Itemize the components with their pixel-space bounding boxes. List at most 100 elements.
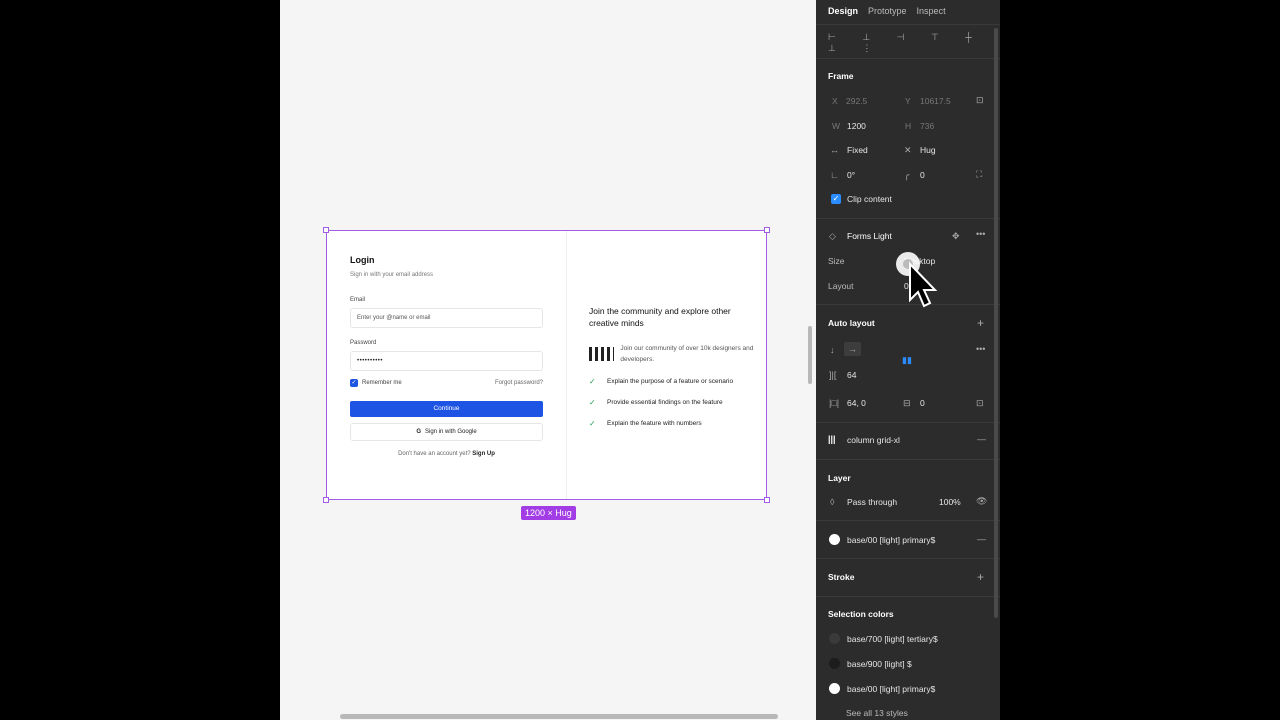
check-icon: ✓ — [589, 398, 596, 407]
eye-icon[interactable]: 👁 — [976, 496, 987, 507]
height-mode-select[interactable]: Hug — [920, 145, 936, 155]
tab-inspect[interactable]: Inspect — [917, 6, 946, 16]
no-account-text: Don't have an account yet? — [398, 451, 471, 457]
align-tools-icon[interactable]: ⊢ ⊥ ⊣ ⊤ ┼ ⊥ ⋮ — [828, 32, 1000, 54]
see-all-styles-link[interactable]: See all 13 styles — [846, 708, 908, 718]
tab-design[interactable]: Design — [828, 6, 858, 16]
component-name[interactable]: Forms Light — [847, 231, 892, 241]
password-field[interactable]: •••••••••• — [350, 351, 543, 371]
divider — [816, 218, 1000, 219]
divider — [816, 58, 1000, 59]
email-field[interactable]: Enter your @name or email — [350, 308, 543, 328]
frame-section-title[interactable]: Frame — [828, 71, 854, 81]
add-stroke-icon[interactable]: + — [977, 570, 984, 584]
corner-radius-icon: ╭ — [904, 170, 910, 180]
component-instance-icon: ◇ — [829, 231, 836, 241]
color-swatch[interactable] — [829, 683, 840, 694]
google-icon: G — [416, 429, 421, 435]
vertical-resize-icon: ✕ — [904, 145, 912, 155]
radius-field[interactable]: 0 — [920, 170, 925, 180]
resize-handle-br[interactable] — [764, 497, 770, 503]
horizontal-resize-icon: ↔ — [830, 145, 839, 155]
y-field[interactable]: 10617.5 — [920, 96, 951, 106]
email-label: Email — [350, 297, 366, 303]
height-field[interactable]: 736 — [920, 121, 934, 131]
resize-handle-bl[interactable] — [323, 497, 329, 503]
rotation-field[interactable]: 0° — [847, 170, 855, 180]
remove-grid-icon[interactable]: — — [977, 434, 986, 444]
google-signin-button[interactable]: G Sign in with Google — [350, 423, 543, 441]
continue-button[interactable]: Continue — [350, 401, 543, 417]
clip-content-checkbox-icon[interactable]: ✓ — [831, 194, 841, 204]
add-auto-layout-icon[interactable]: + — [977, 316, 984, 330]
width-mode-select[interactable]: Fixed — [847, 145, 868, 155]
color-swatch[interactable] — [829, 633, 840, 644]
layout-grid-icon: ||| — [828, 434, 836, 444]
divider — [816, 520, 1000, 521]
checkbox-checked-icon[interactable]: ✓ — [350, 379, 358, 387]
remember-label: Remember me — [362, 380, 402, 386]
direction-vertical-icon[interactable]: ↓ — [830, 345, 835, 355]
go-to-main-icon[interactable]: ✥ — [952, 231, 960, 242]
selection-color-item[interactable]: base/700 [light] tertiary$ — [847, 634, 938, 644]
color-swatch[interactable] — [829, 658, 840, 669]
width-field[interactable]: 1200 — [847, 121, 866, 131]
selection-color-item[interactable]: base/900 [light] $ — [847, 659, 912, 669]
opacity-field[interactable]: 100% — [939, 497, 961, 507]
google-label: Sign in with Google — [424, 429, 477, 435]
individual-padding-icon[interactable]: ⊡ — [976, 398, 984, 409]
panel-tabs: Design Prototype Inspect — [828, 6, 946, 16]
horizontal-scrollbar[interactable] — [340, 714, 778, 719]
panel-scrollbar[interactable] — [994, 28, 998, 618]
layer-title: Layer — [828, 473, 851, 483]
x-field[interactable]: 292.5 — [846, 96, 867, 106]
feature-item: ✓ Explain the feature with numbers — [589, 419, 702, 428]
fill-swatch[interactable] — [829, 534, 840, 545]
login-form: Login Sign in with your email address Em… — [350, 255, 543, 457]
padding-vertical-field[interactable]: 0 — [920, 398, 925, 408]
remove-fill-icon[interactable]: — — [977, 534, 986, 544]
padding-horizontal-field[interactable]: 64, 0 — [847, 398, 866, 408]
login-subtitle: Sign in with your email address — [350, 272, 434, 278]
independent-corners-icon[interactable]: ⛶ — [976, 169, 982, 180]
direction-horizontal-icon[interactable]: → — [844, 342, 861, 356]
signup-line: Don't have an account yet? Sign Up — [350, 451, 543, 457]
blend-mode-icon: ◊ — [830, 497, 835, 507]
feature-item: ✓ Explain the purpose of a feature or sce… — [589, 377, 734, 386]
auto-layout-more-icon[interactable]: ••• — [976, 344, 985, 354]
avatar-text: Join our community of over 10k designers… — [620, 345, 754, 363]
column-divider — [566, 231, 567, 499]
gap-icon: ]|[ — [829, 370, 837, 380]
auto-layout-title: Auto layout — [828, 318, 875, 328]
selection-color-item[interactable]: base/00 [light] primary$ — [847, 684, 935, 694]
y-label: Y — [905, 96, 911, 106]
resize-handle-tl[interactable] — [323, 227, 329, 233]
remember-me[interactable]: ✓ Remember me — [350, 379, 402, 387]
frame-size-badge: 1200 × Hug — [521, 506, 576, 520]
check-icon: ✓ — [589, 377, 596, 386]
selected-frame[interactable]: Login Sign in with your email address Em… — [323, 227, 770, 503]
divider — [816, 596, 1000, 597]
tab-prototype[interactable]: Prototype — [868, 6, 907, 16]
alignment-grid-icon[interactable]: ▮▮ — [902, 355, 912, 366]
more-options-icon[interactable]: ••• — [976, 229, 985, 239]
divider — [816, 24, 1000, 25]
layout-grid-name[interactable]: column grid-xl — [847, 435, 900, 445]
resize-handle-tr[interactable] — [764, 227, 770, 233]
gap-field[interactable]: 64 — [847, 370, 856, 380]
right-letterbox — [1000, 0, 1280, 720]
community-panel: Join the community and explore other cre… — [589, 305, 754, 428]
design-canvas[interactable]: Login Sign in with your email address Em… — [280, 0, 816, 720]
constraints-icon[interactable]: ⊡ — [976, 95, 984, 106]
vertical-scrollbar[interactable] — [808, 326, 812, 384]
signup-link[interactable]: Sign Up — [472, 451, 495, 457]
forgot-password-link[interactable]: Forgot password? — [495, 380, 543, 386]
avatar-row: Join our community of over 10k designers… — [589, 343, 754, 365]
mouse-pointer-icon — [896, 252, 938, 308]
fill-style-name[interactable]: base/00 [light] primary$ — [847, 535, 935, 545]
h-label: H — [905, 121, 912, 131]
blend-mode-select[interactable]: Pass through — [847, 497, 897, 507]
avatar-stack-image — [589, 347, 615, 361]
padding-horizontal-icon: |□| — [829, 398, 840, 408]
left-letterbox — [0, 0, 280, 720]
